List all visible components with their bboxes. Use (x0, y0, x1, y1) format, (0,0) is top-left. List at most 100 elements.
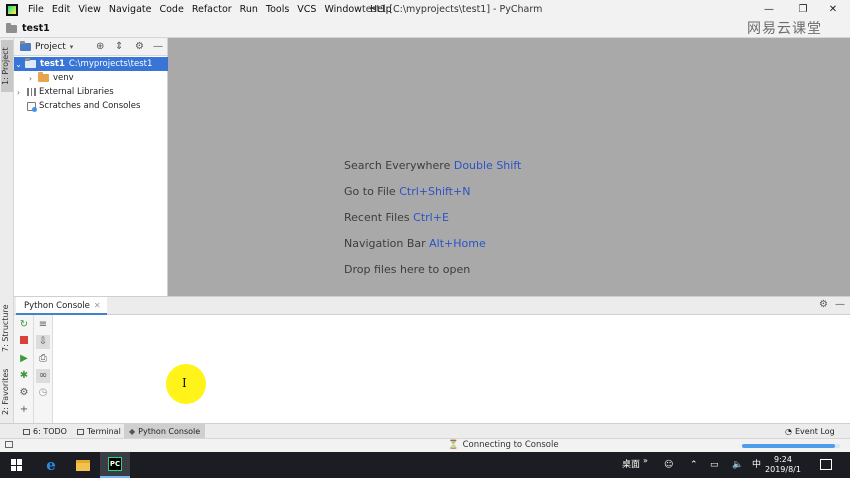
print-icon[interactable]: ⎙ (36, 352, 50, 366)
tree-item-label: venv (53, 73, 74, 83)
text-cursor-icon: I (182, 376, 187, 390)
minimize-button[interactable]: — (752, 0, 786, 20)
hint-text: Drop files here to open (344, 263, 471, 276)
project-tool-tab[interactable]: 1: Project (1, 40, 13, 92)
menu-navigate[interactable]: Navigate (105, 0, 156, 20)
menu-code[interactable]: Code (155, 0, 187, 20)
show-variables-icon[interactable]: ∞ (36, 369, 50, 383)
tab-python-console[interactable]: Python Console ✕ (16, 297, 107, 315)
system-clock[interactable]: 9:24 2019/8/1 (763, 455, 803, 475)
gear-icon[interactable]: ⚙ (819, 299, 828, 310)
gear-icon[interactable]: ⚙ (135, 41, 144, 52)
taskbar-pycharm[interactable]: PC (100, 452, 130, 478)
ime-indicator[interactable]: 中 (752, 452, 761, 478)
structure-tool-tab[interactable]: 7: Structure (1, 300, 13, 356)
tray-expand-icon[interactable]: » (643, 452, 648, 478)
close-tab-icon[interactable]: ✕ (94, 301, 101, 310)
chevron-up-icon[interactable]: ⌃ (690, 452, 698, 478)
chevron-down-icon[interactable]: ⌄ (14, 60, 23, 69)
window-title: test1 [C:\myprojects\test1] - PyCharm (362, 4, 543, 15)
hint-shortcut: Ctrl+Shift+N (399, 185, 471, 198)
run-icon[interactable]: ▶ (17, 352, 31, 366)
windows-taskbar: e PC 桌面 » ☺ ⌃ ▭ 🔈 中 9:24 2019/8/1 (0, 452, 850, 478)
volume-icon[interactable]: 🔈 (732, 452, 743, 478)
menu-window[interactable]: Window (320, 0, 365, 20)
progress-bar (742, 444, 840, 448)
hide-panel-icon[interactable]: — (153, 41, 163, 52)
tree-item-external-libraries[interactable]: › External Libraries (14, 85, 168, 99)
library-icon (27, 88, 36, 96)
tree-item-venv[interactable]: › venv (14, 71, 168, 85)
pycharm-icon: PC (108, 457, 122, 471)
stop-icon[interactable] (17, 335, 31, 349)
left-tool-stripe: 1: Project 7: Structure 2: Favorites (0, 38, 14, 423)
hint-shortcut: Double Shift (453, 159, 522, 172)
add-console-icon[interactable]: + (17, 403, 31, 417)
editor-empty-area[interactable]: Search Everywhere Double Shift Go to Fil… (168, 38, 850, 296)
locate-icon[interactable]: ⊕ (96, 41, 104, 52)
console-toolbar-primary: ↻ ▶ ✱ ⚙ + (14, 315, 34, 423)
todo-icon (23, 429, 30, 435)
menu-run[interactable]: Run (236, 0, 262, 20)
start-button[interactable] (2, 452, 32, 478)
close-button[interactable]: ✕ (816, 0, 850, 20)
chevron-down-icon[interactable]: ▾ (70, 43, 74, 51)
event-log-icon: ◔ (785, 427, 792, 436)
tab-terminal[interactable]: Terminal (72, 424, 126, 439)
hint-text: Go to File (344, 185, 396, 198)
hint-text: Recent Files (344, 211, 410, 224)
people-icon[interactable]: ☺ (664, 452, 673, 478)
file-explorer-icon (76, 459, 90, 471)
python-icon: ◆ (129, 427, 136, 436)
chevron-right-icon[interactable]: › (14, 88, 23, 97)
taskbar-explorer[interactable] (68, 452, 98, 478)
notification-center-icon[interactable] (820, 459, 832, 470)
folder-icon (38, 72, 49, 82)
menu-refactor[interactable]: Refactor (188, 0, 236, 20)
rerun-icon[interactable]: ↻ (17, 318, 31, 332)
project-view-selector[interactable]: Project (35, 42, 66, 52)
tree-item-path: C:\myprojects\test1 (68, 59, 153, 69)
tab-label: Python Console (138, 427, 201, 436)
settings-icon[interactable]: ⚙ (17, 386, 31, 400)
collapse-all-icon[interactable]: ⇕ (115, 41, 123, 52)
tray-desktop[interactable]: 桌面 (622, 452, 640, 478)
toggle-tool-windows-icon[interactable] (5, 441, 13, 448)
debug-icon[interactable]: ✱ (17, 369, 31, 383)
internet-explorer-icon: e (46, 456, 56, 474)
menu-tools[interactable]: Tools (262, 0, 293, 20)
clock-date: 2019/8/1 (765, 465, 801, 474)
breadcrumb-project[interactable]: test1 (22, 23, 50, 34)
tab-python-console-bottom[interactable]: ◆ Python Console (124, 424, 206, 439)
menu-edit[interactable]: Edit (48, 0, 74, 20)
tab-event-log[interactable]: ◔ Event Log (780, 424, 840, 439)
tab-label: Terminal (87, 427, 121, 436)
folder-icon (6, 22, 17, 33)
network-icon[interactable]: ▭ (710, 452, 719, 478)
hint-recent-files: Recent Files Ctrl+E (344, 211, 449, 224)
hide-panel-icon[interactable]: — (835, 299, 845, 310)
tab-todo[interactable]: 6: TODO (18, 424, 72, 439)
favorites-tool-tab[interactable]: 2: Favorites (1, 364, 13, 420)
status-text: ⏳ Connecting to Console (448, 439, 559, 452)
tree-item-test1[interactable]: ⌄ test1 C:\myprojects\test1 (14, 57, 168, 71)
menu-vcs[interactable]: VCS (293, 0, 320, 20)
chevron-right-icon[interactable]: › (26, 74, 35, 83)
history-icon[interactable]: ◷ (36, 386, 50, 400)
tree-item-scratches[interactable]: Scratches and Consoles (14, 99, 168, 113)
status-message: Connecting to Console (462, 440, 559, 450)
restore-button[interactable]: ❐ (786, 0, 820, 20)
tab-label: Event Log (794, 427, 835, 436)
menu-file[interactable]: File (24, 0, 48, 20)
clock-time: 9:24 (774, 455, 792, 464)
project-panel-header: Project ▾ ⊕ ⇕ ⚙ — (14, 38, 167, 56)
window-titlebar: File Edit View Navigate Code Refactor Ru… (0, 0, 850, 20)
soft-wrap-icon[interactable]: ≡ (36, 318, 50, 332)
menu-view[interactable]: View (74, 0, 105, 20)
hint-drop-files: Drop files here to open (344, 263, 470, 276)
hint-text: Navigation Bar (344, 237, 426, 250)
taskbar-ie[interactable]: e (36, 452, 66, 478)
project-panel: Project ▾ ⊕ ⇕ ⚙ — ⌄ test1 C:\myprojects\… (14, 38, 168, 296)
scroll-to-end-icon[interactable]: ⇩ (36, 335, 50, 349)
hint-navigation-bar: Navigation Bar Alt+Home (344, 237, 486, 250)
